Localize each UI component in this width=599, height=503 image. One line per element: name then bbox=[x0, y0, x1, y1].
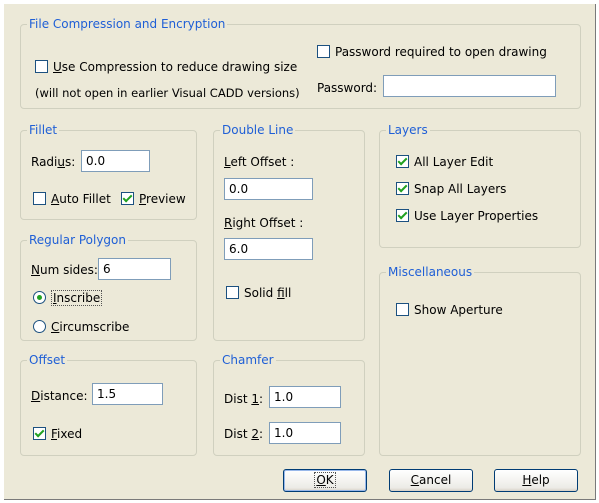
offset-group: Offset Distance: 1.5 Fixed bbox=[20, 353, 197, 456]
password-input[interactable] bbox=[383, 75, 556, 97]
cancel-button[interactable]: Cancel bbox=[389, 469, 473, 492]
use-layer-properties-box[interactable] bbox=[396, 209, 409, 222]
radius-label: Radius: bbox=[31, 155, 76, 169]
miscellaneous-group-title: Miscellaneous bbox=[386, 265, 475, 280]
distance-label: Distance: bbox=[31, 389, 88, 403]
password-label: Password: bbox=[317, 81, 378, 95]
double-line-group: Double Line Left Offset : 0.0 Right Offs… bbox=[213, 123, 365, 341]
all-layer-edit-checkbox[interactable]: All Layer Edit bbox=[396, 155, 493, 170]
dist2-label: Dist 2: bbox=[224, 427, 264, 441]
show-aperture-checkbox[interactable]: Show Aperture bbox=[396, 303, 503, 318]
chamfer-group-title: Chamfer bbox=[220, 353, 276, 368]
solid-fill-checkbox[interactable]: Solid fill bbox=[226, 286, 291, 301]
left-offset-input[interactable]: 0.0 bbox=[224, 178, 313, 200]
show-aperture-box[interactable] bbox=[396, 303, 409, 316]
settings-dialog: File Compression and Encryption Use Comp… bbox=[4, 4, 596, 500]
fixed-box[interactable] bbox=[33, 427, 46, 440]
use-layer-properties-checkbox[interactable]: Use Layer Properties bbox=[396, 209, 538, 224]
compression-note: (will not open in earlier Visual CADD ve… bbox=[35, 86, 300, 100]
distance-input[interactable]: 1.5 bbox=[92, 383, 163, 405]
circumscribe-radio-circle[interactable] bbox=[33, 320, 46, 333]
offset-group-title: Offset bbox=[27, 353, 68, 368]
circumscribe-radio[interactable]: Circumscribe bbox=[33, 320, 129, 335]
dist1-label: Dist 1: bbox=[224, 392, 264, 406]
compression-group: File Compression and Encryption Use Comp… bbox=[20, 17, 581, 109]
dist1-input[interactable]: 1.0 bbox=[269, 386, 341, 408]
radius-input[interactable]: 0.0 bbox=[81, 150, 150, 172]
layers-group-title: Layers bbox=[386, 123, 430, 138]
snap-all-layers-checkbox[interactable]: Snap All Layers bbox=[396, 182, 506, 197]
right-offset-label: Right Offset : bbox=[224, 216, 304, 230]
compression-group-title: File Compression and Encryption bbox=[27, 17, 228, 32]
chamfer-group: Chamfer Dist 1: 1.0 Dist 2: 1.0 bbox=[213, 353, 365, 456]
right-offset-input[interactable]: 6.0 bbox=[224, 238, 313, 260]
use-compression-checkbox[interactable]: Use Compression to reduce drawing size bbox=[35, 60, 297, 75]
snap-all-layers-box[interactable] bbox=[396, 182, 409, 195]
inscribe-radio[interactable]: Inscribe bbox=[33, 290, 103, 306]
all-layer-edit-box[interactable] bbox=[396, 155, 409, 168]
polygon-group-title: Regular Polygon bbox=[27, 233, 128, 248]
preview-box[interactable] bbox=[121, 192, 134, 205]
auto-fillet-box[interactable] bbox=[33, 192, 46, 205]
left-offset-label: Left Offset : bbox=[224, 155, 295, 169]
layers-group: Layers All Layer Edit Snap All Layers Us… bbox=[379, 123, 581, 248]
use-compression-box[interactable] bbox=[35, 60, 48, 73]
auto-fillet-checkbox[interactable]: Auto Fillet bbox=[33, 192, 111, 207]
fixed-checkbox[interactable]: Fixed bbox=[33, 427, 82, 442]
preview-checkbox[interactable]: Preview bbox=[121, 192, 186, 207]
password-required-checkbox[interactable]: Password required to open drawing bbox=[317, 45, 547, 60]
fillet-group-title: Fillet bbox=[27, 123, 60, 138]
num-sides-label: Num sides: bbox=[31, 263, 98, 277]
password-required-box[interactable] bbox=[317, 45, 330, 58]
fillet-group: Fillet Radius: 0.0 Auto Fillet Preview bbox=[20, 123, 197, 220]
inscribe-radio-circle[interactable] bbox=[33, 291, 46, 304]
miscellaneous-group: Miscellaneous Show Aperture bbox=[379, 265, 581, 456]
num-sides-input[interactable]: 6 bbox=[98, 258, 171, 280]
ok-button[interactable]: OK bbox=[283, 469, 367, 492]
dist2-input[interactable]: 1.0 bbox=[269, 422, 341, 444]
regular-polygon-group: Regular Polygon Num sides: 6 Inscribe Ci… bbox=[20, 233, 197, 341]
double-line-group-title: Double Line bbox=[220, 123, 296, 138]
solid-fill-box[interactable] bbox=[226, 286, 239, 299]
help-button[interactable]: Help bbox=[494, 469, 578, 492]
